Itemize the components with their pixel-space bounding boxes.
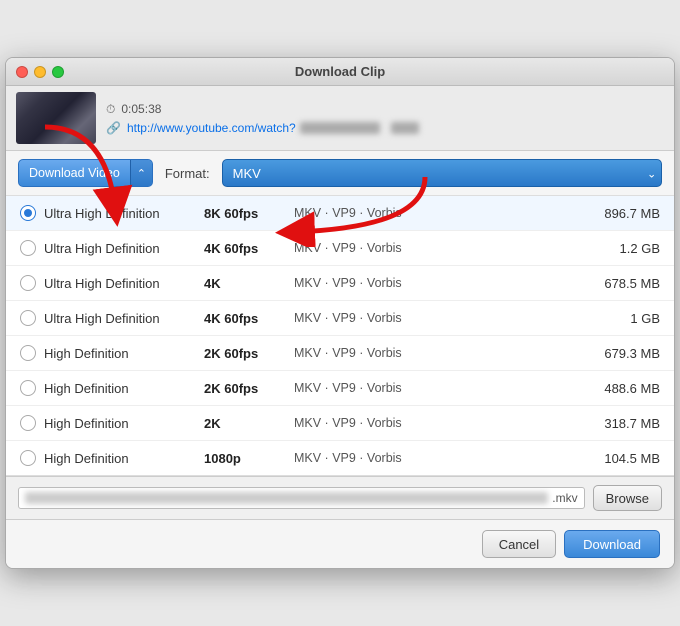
maximize-button[interactable] — [52, 66, 64, 78]
radio-hd-1080p[interactable] — [20, 450, 36, 466]
download-button[interactable]: Download — [564, 530, 660, 558]
quality-item-uhd-4k[interactable]: Ultra High Definition4KMKV · VP9 · Vorbi… — [6, 266, 674, 301]
file-path-bar: .mkv — [18, 487, 585, 509]
quality-item-hd-2k[interactable]: High Definition2KMKV · VP9 · Vorbis318.7… — [6, 406, 674, 441]
radio-hd-2k60a[interactable] — [20, 345, 36, 361]
file-path-blur — [25, 492, 548, 504]
quality-size-uhd-8k60: 896.7 MB — [580, 206, 660, 221]
close-button[interactable] — [16, 66, 28, 78]
radio-hd-2k60b[interactable] — [20, 380, 36, 396]
browse-button[interactable]: Browse — [593, 485, 662, 511]
cancel-button[interactable]: Cancel — [482, 530, 556, 558]
file-row: .mkv Browse — [6, 476, 674, 520]
url-text: http://www.youtube.com/watch? — [127, 121, 296, 135]
quality-size-uhd-4k60: 1.2 GB — [580, 241, 660, 256]
toolbar: ⏱ 0:05:38 🔗 http://www.youtube.com/watch… — [6, 86, 674, 151]
quality-size-hd-2k: 318.7 MB — [580, 416, 660, 431]
radio-uhd-8k60[interactable] — [20, 205, 36, 221]
quality-name-hd-2k60b: High Definition — [44, 381, 204, 396]
quality-name-uhd-4k: Ultra High Definition — [44, 276, 204, 291]
quality-resolution-hd-2k: 2K — [204, 416, 294, 431]
quality-name-uhd-8k60: Ultra High Definition — [44, 206, 204, 221]
quality-resolution-uhd-8k60: 8K 60fps — [204, 206, 294, 221]
action-row: Cancel Download — [6, 520, 674, 568]
window-title: Download Clip — [295, 64, 385, 79]
quality-item-uhd-8k60[interactable]: Ultra High Definition8K 60fpsMKV · VP9 ·… — [6, 196, 674, 231]
format-wrapper: MKV MP4 MOV AVI — [222, 159, 662, 187]
quality-size-hd-2k60b: 488.6 MB — [580, 381, 660, 396]
quality-codec-uhd-4k: MKV · VP9 · Vorbis — [294, 276, 580, 290]
quality-item-hd-2k60a[interactable]: High Definition2K 60fpsMKV · VP9 · Vorbi… — [6, 336, 674, 371]
video-thumbnail — [16, 92, 96, 144]
quality-name-hd-1080p: High Definition — [44, 451, 204, 466]
quality-name-uhd-4k60b: Ultra High Definition — [44, 311, 204, 326]
minimize-button[interactable] — [34, 66, 46, 78]
quality-resolution-hd-2k60b: 2K 60fps — [204, 381, 294, 396]
format-label: Format: — [165, 166, 210, 181]
quality-size-uhd-4k: 678.5 MB — [580, 276, 660, 291]
link-icon: 🔗 — [106, 121, 121, 135]
quality-list: Ultra High Definition8K 60fpsMKV · VP9 ·… — [6, 196, 674, 476]
title-bar: Download Clip — [6, 58, 674, 86]
format-select[interactable]: MKV MP4 MOV AVI — [222, 159, 662, 187]
duration-row: ⏱ 0:05:38 — [106, 102, 419, 117]
main-window: Download Clip ⏱ 0:05:38 🔗 http://www.you… — [5, 57, 675, 569]
radio-uhd-4k[interactable] — [20, 275, 36, 291]
quality-item-hd-1080p[interactable]: High Definition1080pMKV · VP9 · Vorbis10… — [6, 441, 674, 475]
radio-hd-2k[interactable] — [20, 415, 36, 431]
clock-icon: ⏱ — [106, 102, 115, 117]
quality-resolution-hd-2k60a: 2K 60fps — [204, 346, 294, 361]
quality-codec-uhd-8k60: MKV · VP9 · Vorbis — [294, 206, 580, 220]
quality-codec-hd-2k: MKV · VP9 · Vorbis — [294, 416, 580, 430]
traffic-lights — [16, 66, 64, 78]
file-extension: .mkv — [552, 491, 577, 505]
duration-text: 0:05:38 — [121, 102, 161, 116]
quality-codec-uhd-4k60b: MKV · VP9 · Vorbis — [294, 311, 580, 325]
controls-row: Download Video ⌃ Format: MKV MP4 MOV AVI — [6, 151, 674, 196]
url-row: 🔗 http://www.youtube.com/watch? — [106, 121, 419, 135]
quality-size-hd-1080p: 104.5 MB — [580, 451, 660, 466]
quality-codec-hd-2k60a: MKV · VP9 · Vorbis — [294, 346, 580, 360]
url-blur-2 — [391, 122, 419, 134]
radio-uhd-4k60b[interactable] — [20, 310, 36, 326]
quality-item-uhd-4k60b[interactable]: Ultra High Definition4K 60fpsMKV · VP9 ·… — [6, 301, 674, 336]
quality-item-hd-2k60b[interactable]: High Definition2K 60fpsMKV · VP9 · Vorbi… — [6, 371, 674, 406]
quality-item-uhd-4k60[interactable]: Ultra High Definition4K 60fpsMKV · VP9 ·… — [6, 231, 674, 266]
quality-codec-hd-1080p: MKV · VP9 · Vorbis — [294, 451, 580, 465]
url-link[interactable]: http://www.youtube.com/watch? — [127, 121, 419, 135]
radio-uhd-4k60[interactable] — [20, 240, 36, 256]
quality-resolution-uhd-4k60: 4K 60fps — [204, 241, 294, 256]
quality-name-hd-2k60a: High Definition — [44, 346, 204, 361]
meta-info: ⏱ 0:05:38 🔗 http://www.youtube.com/watch… — [106, 102, 419, 135]
quality-resolution-uhd-4k60b: 4K 60fps — [204, 311, 294, 326]
download-type-arrow[interactable]: ⌃ — [130, 160, 152, 186]
quality-size-hd-2k60a: 679.3 MB — [580, 346, 660, 361]
quality-codec-uhd-4k60: MKV · VP9 · Vorbis — [294, 241, 580, 255]
quality-resolution-hd-1080p: 1080p — [204, 451, 294, 466]
download-type-selector[interactable]: Download Video ⌃ — [18, 159, 153, 187]
quality-resolution-uhd-4k: 4K — [204, 276, 294, 291]
quality-codec-hd-2k60b: MKV · VP9 · Vorbis — [294, 381, 580, 395]
quality-name-hd-2k: High Definition — [44, 416, 204, 431]
url-blur-1 — [300, 122, 380, 134]
quality-name-uhd-4k60: Ultra High Definition — [44, 241, 204, 256]
download-type-label: Download Video — [19, 166, 130, 180]
quality-size-uhd-4k60b: 1 GB — [580, 311, 660, 326]
